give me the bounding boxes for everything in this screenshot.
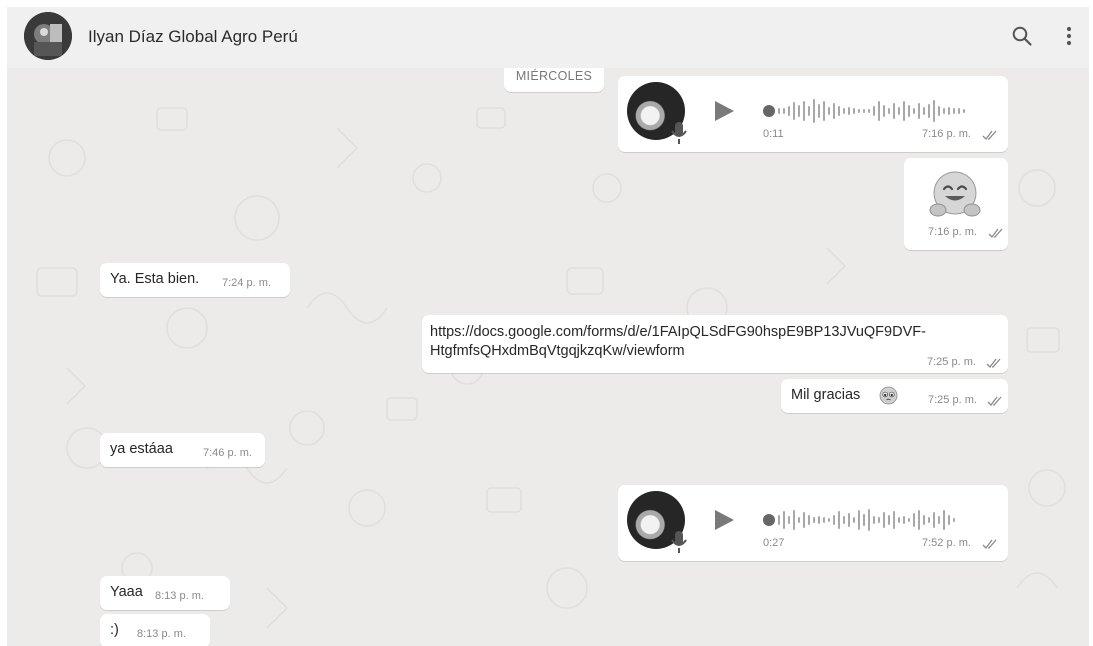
read-receipt-icon: [987, 396, 1002, 406]
audio-waveform-slider[interactable]: [763, 96, 988, 126]
message-time: 7:46 p. m.: [203, 447, 252, 459]
message-text: :): [110, 622, 119, 638]
microphone-icon: [671, 531, 687, 553]
sticker-message-bubble[interactable]: 7:16 p. m.: [904, 158, 1008, 250]
incoming-message-bubble[interactable]: Yaaa 8:13 p. m.: [100, 576, 230, 610]
voice-message-bubble[interactable]: 0:27 7:52 p. m.: [618, 485, 1008, 561]
incoming-message-bubble[interactable]: ya estáaa 7:46 p. m.: [100, 433, 265, 467]
message-time: 7:16 p. m.: [928, 226, 977, 238]
link-text-line2[interactable]: HtgfmfsQHxdmBqVtgqjkzqKw/viewform: [430, 343, 685, 359]
contact-avatar[interactable]: [24, 12, 72, 60]
chat-header[interactable]: Ilyan Díaz Global Agro Perú: [7, 7, 1089, 68]
search-icon: [1012, 26, 1032, 46]
read-receipt-icon: [982, 130, 997, 140]
hugging-face-emoji: [929, 171, 981, 217]
menu-button[interactable]: [1054, 21, 1084, 51]
kebab-menu-icon: [1066, 26, 1072, 46]
microphone-icon: [671, 122, 687, 144]
voice-duration: 0:11: [763, 128, 784, 140]
message-time: 7:24 p. m.: [222, 277, 271, 289]
pleading-face-emoji: [879, 386, 898, 405]
play-button[interactable]: [715, 510, 734, 530]
outgoing-message-bubble[interactable]: Mil gracias 7:25 p. m.: [781, 379, 1008, 413]
voice-duration: 0:27: [763, 537, 785, 549]
message-text: Mil gracias: [791, 387, 861, 403]
message-time: 8:13 p. m.: [155, 590, 204, 602]
read-receipt-icon: [988, 228, 1003, 238]
link-text-line1[interactable]: https://docs.google.com/forms/d/e/1FAIpQ…: [430, 324, 926, 340]
message-time: 7:52 p. m.: [922, 537, 971, 549]
message-time: 7:16 p. m.: [922, 128, 971, 140]
message-text: Yaaa: [110, 584, 143, 600]
message-list[interactable]: MIÉRCOLES 0:11 7:16 p. m. 7:16 p. m. Ya.…: [7, 68, 1089, 646]
date-separator: MIÉRCOLES: [504, 68, 604, 92]
play-button[interactable]: [715, 101, 734, 121]
message-time: 8:13 p. m.: [137, 628, 186, 640]
voice-message-bubble[interactable]: 0:11 7:16 p. m.: [618, 76, 1008, 152]
message-text: Ya. Esta bien.: [110, 271, 200, 287]
read-receipt-icon: [982, 539, 997, 549]
contact-name[interactable]: Ilyan Díaz Global Agro Perú: [88, 27, 298, 47]
audio-waveform-slider[interactable]: [763, 505, 988, 535]
message-text: ya estáaa: [110, 441, 173, 457]
search-button[interactable]: [1007, 21, 1037, 51]
message-time: 7:25 p. m.: [928, 394, 977, 406]
incoming-message-bubble[interactable]: Ya. Esta bien. 7:24 p. m.: [100, 263, 290, 297]
message-time: 7:25 p. m.: [927, 356, 976, 368]
read-receipt-icon: [986, 358, 1001, 368]
outgoing-link-message-bubble[interactable]: https://docs.google.com/forms/d/e/1FAIpQ…: [422, 315, 1008, 373]
incoming-message-bubble[interactable]: :) 8:13 p. m.: [100, 614, 210, 646]
whatsapp-chat-window: Ilyan Díaz Global Agro Perú MIÉRCOLES 0:…: [7, 7, 1089, 646]
